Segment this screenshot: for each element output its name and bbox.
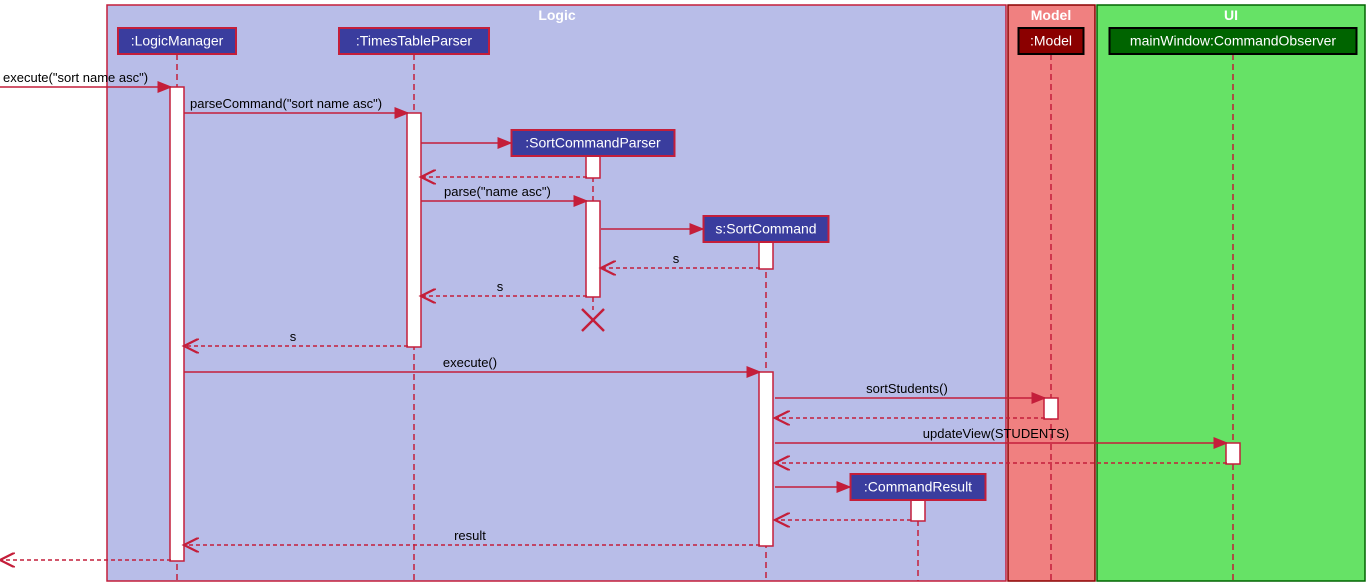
activation-timesTableParser-1 <box>407 113 421 347</box>
message-16-label: result <box>454 528 486 543</box>
participant-sortCmdParser-label: :SortCommandParser <box>525 135 661 151</box>
participant-timesTableParser-label: :TimesTableParser <box>356 33 473 49</box>
activation-sortCmdParser-2 <box>586 156 600 178</box>
participant-model-label: :Model <box>1030 33 1072 49</box>
message-9-label: execute() <box>443 355 497 370</box>
message-12-label: updateView(STUDENTS) <box>923 426 1069 441</box>
message-10-label: sortStudents() <box>866 381 948 396</box>
message-0: execute("sort name asc") <box>0 70 171 87</box>
participant-mainWindow: mainWindow:CommandObserver <box>1110 28 1357 54</box>
frame-ui-label: UI <box>1224 7 1238 23</box>
activation-mainWindow-7 <box>1226 443 1240 464</box>
participant-commandResult: :CommandResult <box>851 474 986 500</box>
participant-sortCommand: s:SortCommand <box>704 216 829 242</box>
participant-logicManager: :LogicManager <box>118 28 236 54</box>
frame-ui: UI <box>1097 5 1365 581</box>
message-1-label: parseCommand("sort name asc") <box>190 96 382 111</box>
activation-commandResult-8 <box>911 500 925 521</box>
participant-logicManager-label: :LogicManager <box>131 33 224 49</box>
participant-sortCommand-label: s:SortCommand <box>715 221 816 237</box>
message-8-label: s <box>290 329 297 344</box>
activation-model-6 <box>1044 398 1058 419</box>
sequence-diagram: Logic Model UI :LogicManager :TimesTableP… <box>0 0 1369 586</box>
participant-timesTableParser: :TimesTableParser <box>339 28 489 54</box>
message-0-label: execute("sort name asc") <box>3 70 148 85</box>
activation-sortCmdParser-3 <box>586 201 600 297</box>
activation-sortCommand-5 <box>759 372 773 546</box>
participant-commandResult-label: :CommandResult <box>864 479 972 495</box>
activation-sortCommand-4 <box>759 242 773 269</box>
message-4-label: parse("name asc") <box>444 184 551 199</box>
participant-sortCmdParser: :SortCommandParser <box>512 130 675 156</box>
frame-model-label: Model <box>1031 7 1071 23</box>
message-1: parseCommand("sort name asc") <box>184 96 408 113</box>
participant-model: :Model <box>1019 28 1084 54</box>
message-7-label: s <box>497 279 504 294</box>
message-6-label: s <box>673 251 680 266</box>
frame-logic-label: Logic <box>538 7 576 23</box>
participant-mainWindow-label: mainWindow:CommandObserver <box>1130 33 1337 49</box>
activation-logicManager-0 <box>170 87 184 561</box>
